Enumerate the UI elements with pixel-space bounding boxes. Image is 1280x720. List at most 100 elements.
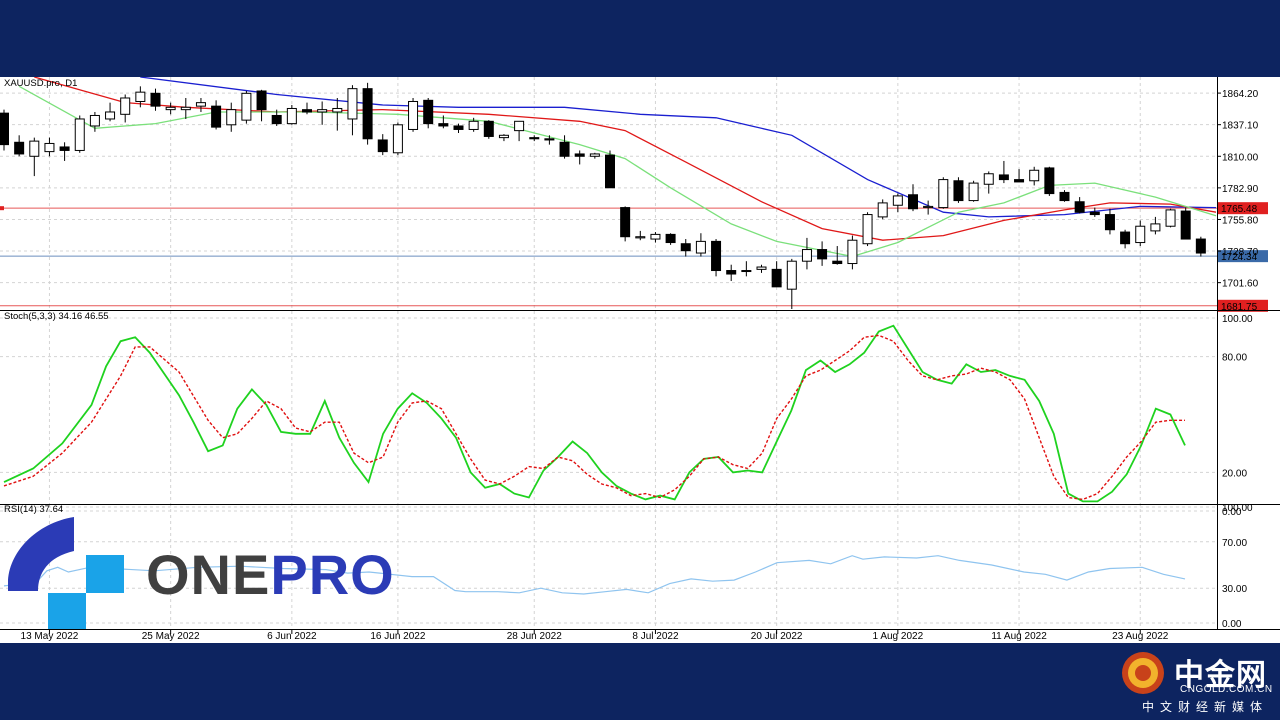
candle-body — [711, 240, 722, 272]
candle-body — [1059, 191, 1070, 202]
x-tick-label: 28 Jun 2022 — [507, 631, 562, 642]
x-tick-label: 25 May 2022 — [142, 631, 200, 642]
symbol-label: XAUUSD.pro, D1 — [4, 78, 77, 89]
x-tick-label: 13 May 2022 — [21, 631, 79, 642]
candle-body — [195, 102, 206, 107]
candle-body — [105, 111, 116, 120]
candle-body — [362, 88, 373, 140]
x-tick-label: 11 Aug 2022 — [991, 631, 1047, 642]
price-level-label: 1765.48 — [1221, 204, 1258, 215]
price-tick-label: 1810.00 — [1222, 152, 1259, 163]
candle-body — [180, 106, 191, 111]
candle-body — [998, 174, 1009, 181]
candle-body — [877, 202, 888, 218]
x-tick-label: 6 Jun 2022 — [267, 631, 317, 642]
candle-body — [286, 107, 297, 125]
moving-average-line — [140, 77, 1217, 218]
candle-body — [908, 194, 918, 210]
candle-body — [1135, 225, 1146, 244]
cngold-logo: 中金网 CNGOLD.COM.CN 中文财经新媒体 — [1118, 648, 1272, 714]
candle-body — [1120, 231, 1131, 245]
rsi-tick-label: 0.00 — [1222, 619, 1242, 630]
candle-body — [529, 137, 540, 140]
candles — [0, 82, 1206, 309]
candle-body — [332, 107, 343, 113]
candle-body — [574, 153, 585, 157]
logo-pro-text: PRO — [270, 543, 395, 606]
candle-body — [923, 205, 934, 209]
candle-body — [59, 146, 70, 151]
candle-body — [347, 88, 358, 120]
price-tick-label: 1728.70 — [1222, 247, 1259, 258]
horizontal-levels: 1765.481724.341681.75 — [0, 202, 1268, 313]
price-tick-label: 1837.10 — [1222, 121, 1259, 132]
candle-body — [938, 179, 949, 209]
candle-body — [1195, 238, 1206, 254]
onepro-logo-mark — [8, 517, 124, 629]
candle-body — [680, 243, 691, 252]
candle-body — [377, 139, 388, 153]
candle-body — [983, 173, 994, 185]
candle-body — [302, 109, 312, 113]
stoch-tick-label: 80.00 — [1222, 353, 1247, 364]
candle-body — [1180, 210, 1191, 240]
candle-body — [514, 120, 525, 132]
stoch-tick-label: 100.00 — [1222, 314, 1253, 325]
x-tick-label: 8 Jul 2022 — [632, 631, 679, 642]
onepro-logo: ONEPRO — [8, 517, 394, 629]
candle-body — [620, 207, 631, 238]
candle-body — [726, 270, 737, 275]
stoch-signal-line — [3, 334, 1185, 501]
rsi-tick-label: 100.00 — [1222, 503, 1253, 514]
candle-body — [1044, 167, 1055, 195]
onepro-wordmark: ONEPRO — [146, 547, 395, 603]
candle-body — [241, 92, 252, 121]
candle-body — [271, 114, 282, 125]
candle-body — [589, 153, 600, 157]
candle-body — [665, 233, 676, 244]
candle-body — [695, 240, 706, 254]
candle-body — [1150, 223, 1161, 232]
price-tick-label: 1782.90 — [1222, 184, 1259, 195]
candle-body — [29, 140, 40, 157]
candle-body — [1165, 209, 1176, 227]
candle-body — [453, 125, 464, 130]
candle-body — [498, 134, 509, 139]
candle-body — [741, 270, 752, 273]
rsi-tick-label: 70.00 — [1222, 538, 1247, 549]
candle-body — [483, 120, 494, 137]
level-marker — [0, 206, 4, 211]
candle-body — [559, 141, 570, 157]
candle-body — [0, 112, 9, 146]
candle-body — [165, 106, 176, 111]
price-tick-label: 1864.20 — [1222, 89, 1259, 100]
candle-body — [1014, 179, 1025, 183]
candle-body — [74, 118, 85, 151]
candle-body — [1089, 211, 1100, 216]
candle-body — [605, 154, 615, 189]
x-tick-label: 20 Jul 2022 — [751, 631, 803, 642]
rsi-label: RSI(14) 37.64 — [4, 504, 63, 515]
candle-body — [771, 268, 782, 288]
logo-one-text: ONE — [146, 543, 271, 606]
candle-body — [847, 239, 858, 265]
candle-body — [635, 236, 646, 239]
candle-body — [650, 233, 661, 240]
candle-body — [1074, 201, 1085, 213]
stoch-label: Stoch(5,3,3) 34.16 46.55 — [4, 311, 109, 322]
candle-body — [892, 195, 903, 206]
candle-body — [211, 105, 222, 128]
candle-body — [817, 249, 828, 260]
candle-body — [14, 141, 25, 155]
candle-body — [968, 182, 979, 202]
cngold-slogan: 中文财经新媒体 — [1141, 700, 1268, 714]
price-tick-label: 1755.80 — [1222, 215, 1259, 226]
price-tick-label: 1701.60 — [1222, 279, 1259, 290]
stoch-main-line — [3, 324, 1186, 503]
candle-body — [44, 142, 55, 153]
candle-body — [468, 120, 479, 130]
rsi-tick-label: 30.00 — [1222, 584, 1247, 595]
candle-body — [953, 180, 964, 202]
candle-body — [801, 249, 812, 262]
candle-body — [544, 138, 555, 141]
